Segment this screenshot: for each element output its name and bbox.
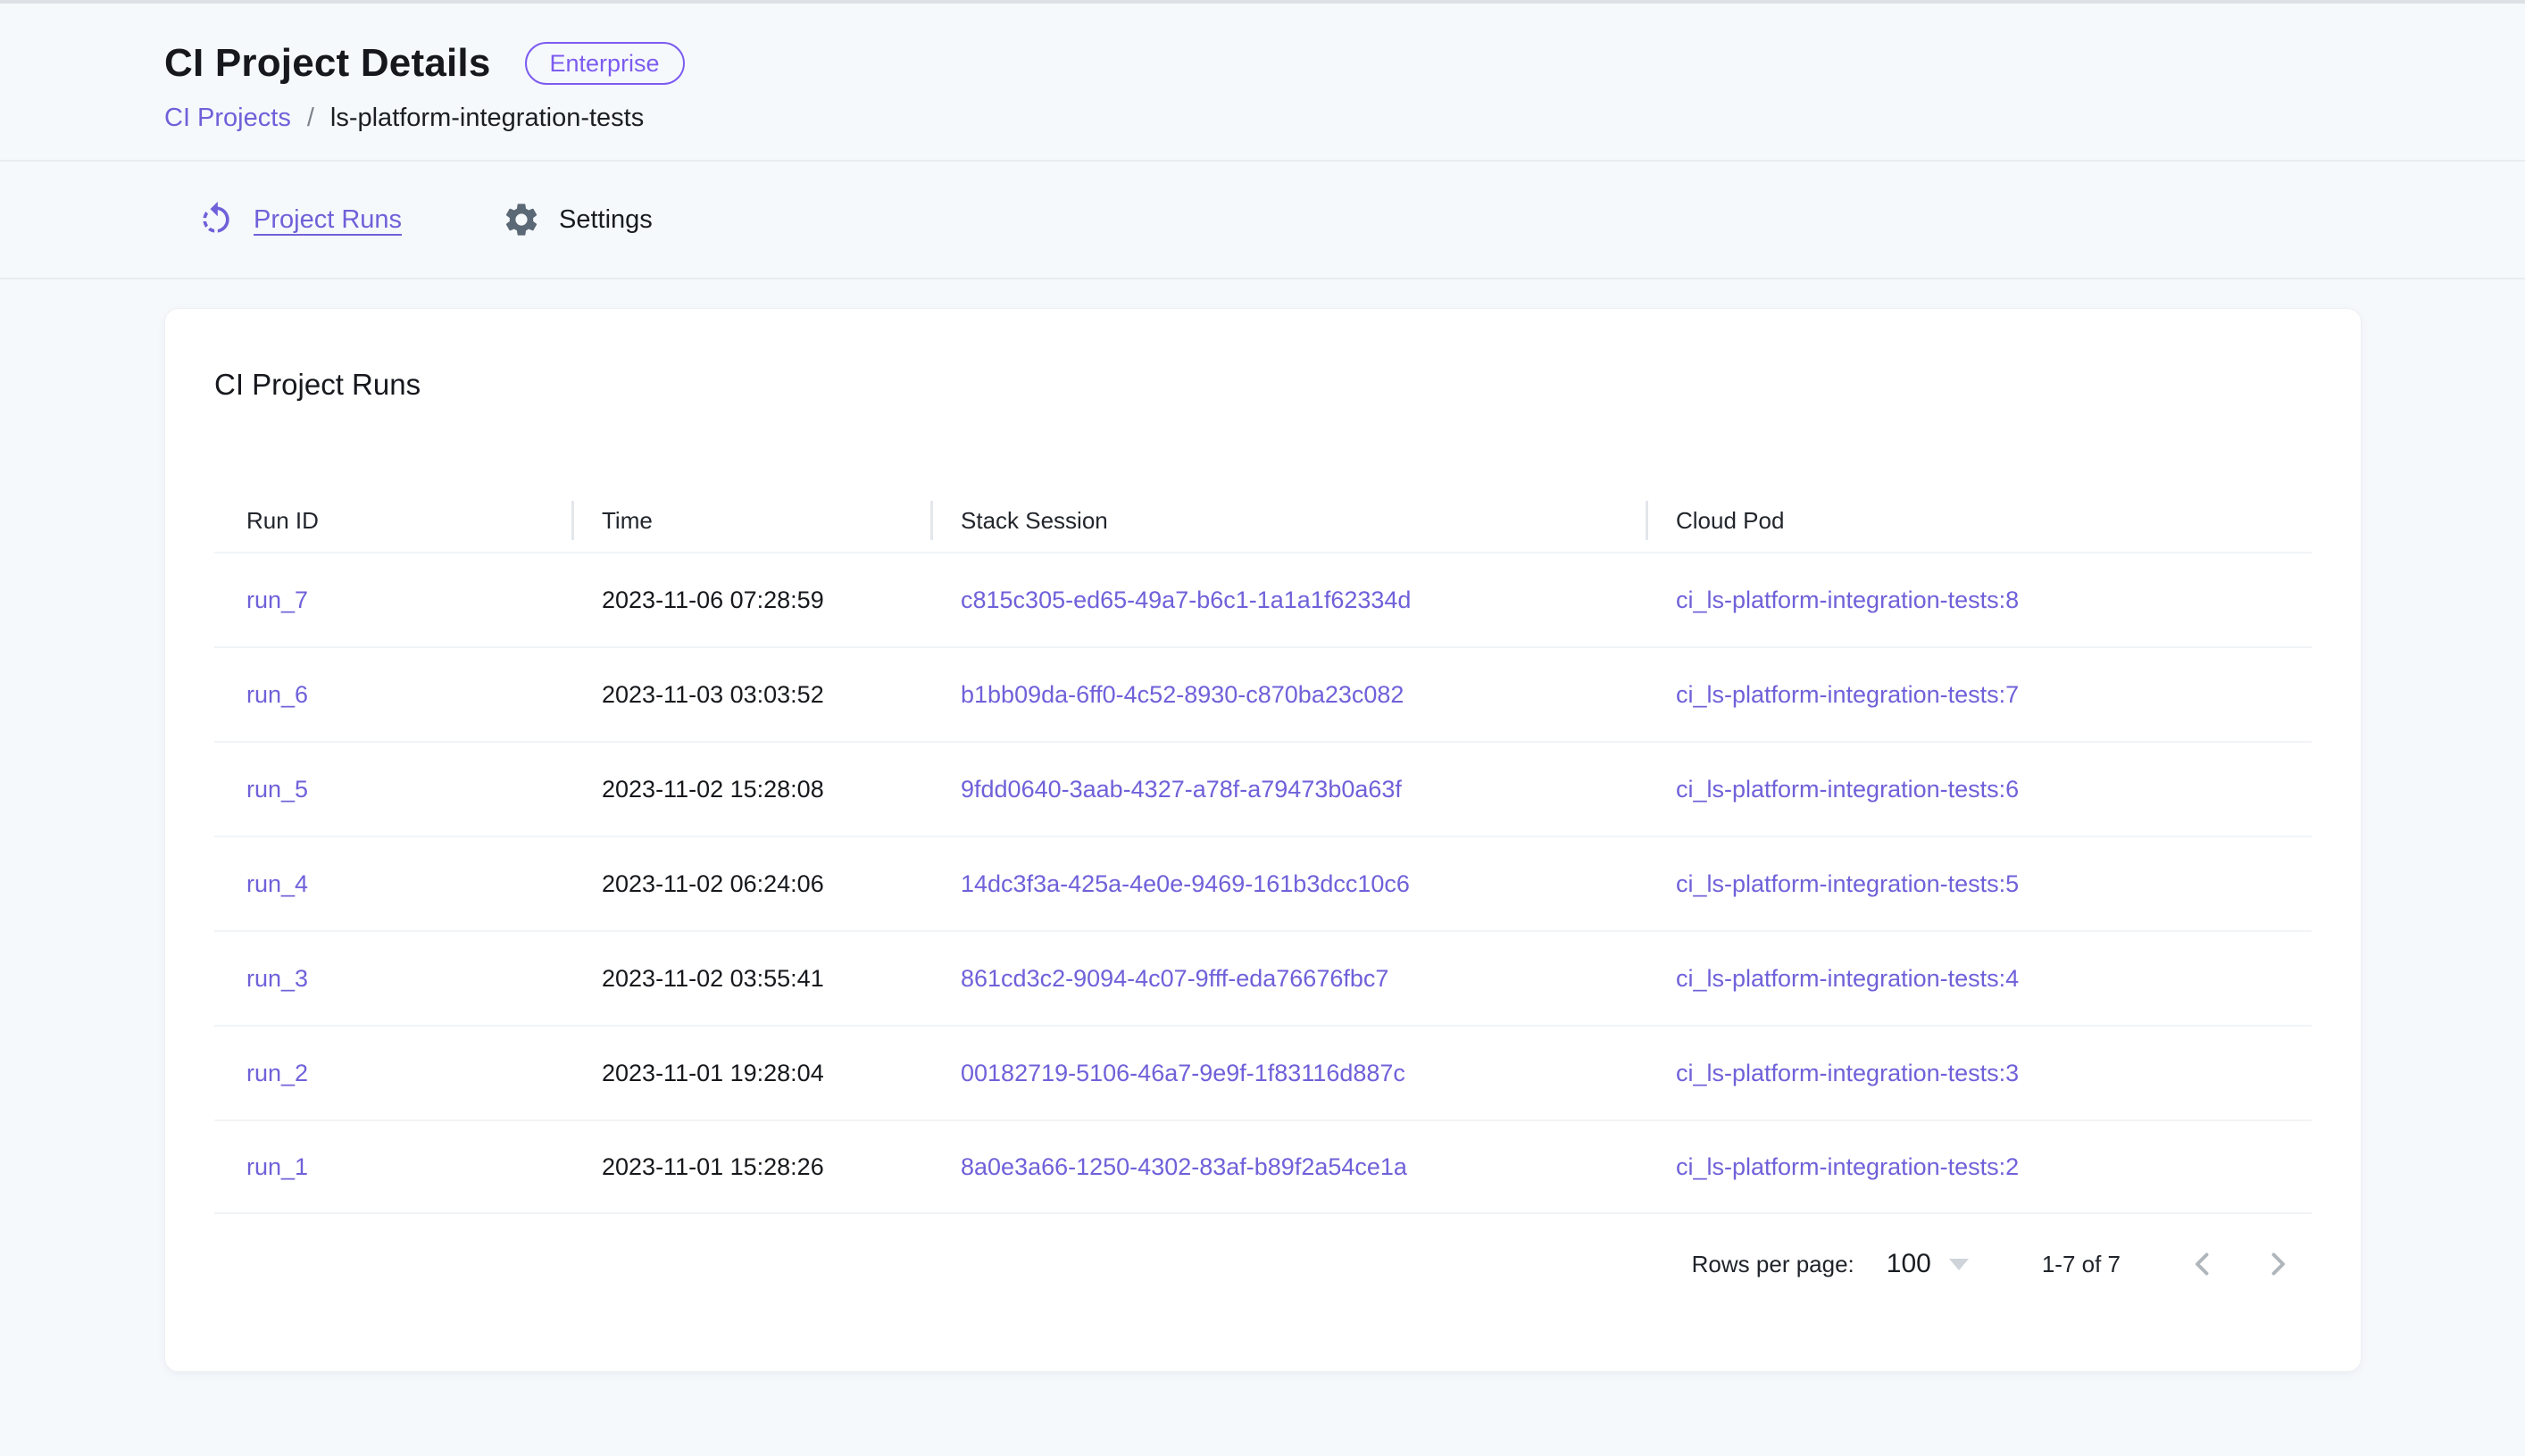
cloud-pod-link[interactable]: ci_ls-platform-integration-tests:2 [1676, 1153, 2019, 1180]
run-id-link[interactable]: run_1 [246, 1153, 308, 1180]
stack-session-link[interactable]: 9fdd0640-3aab-4327-a78f-a79473b0a63f [961, 776, 1402, 803]
chevron-down-icon [1949, 1259, 1969, 1270]
column-header-cloud-pod: Cloud Pod [1646, 507, 2312, 535]
time-cell: 2023-11-02 03:55:41 [571, 965, 930, 993]
chevron-left-icon [2187, 1248, 2219, 1280]
tab-settings[interactable]: Settings [502, 200, 653, 239]
rotate-left-icon [196, 200, 236, 239]
stack-session-link[interactable]: 14dc3f3a-425a-4e0e-9469-161b3dcc10c6 [961, 870, 1410, 897]
run-id-link[interactable]: run_3 [246, 965, 308, 992]
table-header-row: Run ID Time Stack Session Cloud Pod [214, 489, 2312, 552]
tab-bar: Project Runs Settings [0, 162, 2525, 279]
cloud-pod-link[interactable]: ci_ls-platform-integration-tests:8 [1676, 587, 2019, 613]
time-cell: 2023-11-02 15:28:08 [571, 776, 930, 803]
time-cell: 2023-11-03 03:03:52 [571, 681, 930, 709]
pagination-range: 1-7 of 7 [2042, 1251, 2121, 1278]
rows-per-page-select[interactable]: 100 [1887, 1249, 1969, 1279]
table-body: run_7 2023-11-06 07:28:59 c815c305-ed65-… [214, 552, 2312, 1214]
cloud-pod-link[interactable]: ci_ls-platform-integration-tests:5 [1676, 870, 2019, 897]
tab-settings-label: Settings [559, 205, 653, 235]
stack-session-link[interactable]: c815c305-ed65-49a7-b6c1-1a1a1f62334d [961, 587, 1411, 613]
cloud-pod-link[interactable]: ci_ls-platform-integration-tests:3 [1676, 1060, 2019, 1086]
tab-project-runs[interactable]: Project Runs [196, 200, 402, 239]
table-row: run_4 2023-11-02 06:24:06 14dc3f3a-425a-… [214, 836, 2312, 930]
cloud-pod-link[interactable]: ci_ls-platform-integration-tests:7 [1676, 681, 2019, 708]
table-row: run_1 2023-11-01 15:28:26 8a0e3a66-1250-… [214, 1119, 2312, 1214]
page-title: CI Project Details [164, 41, 491, 86]
run-id-link[interactable]: run_2 [246, 1060, 308, 1086]
chevron-right-icon [2262, 1248, 2294, 1280]
run-id-link[interactable]: run_5 [246, 776, 308, 803]
page-header: CI Project Details Enterprise CI Project… [0, 4, 2525, 162]
table-row: run_7 2023-11-06 07:28:59 c815c305-ed65-… [214, 552, 2312, 646]
rows-per-page-label: Rows per page: [1692, 1251, 1854, 1278]
breadcrumb-separator: / [307, 104, 314, 133]
pagination-bar: Rows per page: 100 1-7 of 7 [214, 1237, 2312, 1291]
breadcrumb-link-ci-projects[interactable]: CI Projects [164, 104, 291, 133]
table-row: run_6 2023-11-03 03:03:52 b1bb09da-6ff0-… [214, 646, 2312, 741]
column-header-run-id: Run ID [214, 507, 571, 535]
card-title: CI Project Runs [214, 368, 2312, 402]
time-cell: 2023-11-02 06:24:06 [571, 870, 930, 898]
stack-session-link[interactable]: b1bb09da-6ff0-4c52-8930-c870ba23c082 [961, 681, 1404, 708]
runs-table: Run ID Time Stack Session Cloud Pod run_… [214, 489, 2312, 1214]
run-id-link[interactable]: run_7 [246, 587, 308, 613]
table-row: run_3 2023-11-02 03:55:41 861cd3c2-9094-… [214, 930, 2312, 1025]
stack-session-link[interactable]: 8a0e3a66-1250-4302-83af-b89f2a54ce1a [961, 1153, 1407, 1180]
tab-project-runs-label: Project Runs [254, 205, 402, 235]
table-row: run_5 2023-11-02 15:28:08 9fdd0640-3aab-… [214, 741, 2312, 836]
cloud-pod-link[interactable]: ci_ls-platform-integration-tests:6 [1676, 776, 2019, 803]
cloud-pod-link[interactable]: ci_ls-platform-integration-tests:4 [1676, 965, 2019, 992]
run-id-link[interactable]: run_4 [246, 870, 308, 897]
gear-icon [502, 200, 541, 239]
time-cell: 2023-11-06 07:28:59 [571, 587, 930, 614]
column-header-time: Time [571, 507, 930, 535]
previous-page-button[interactable] [2178, 1239, 2228, 1289]
ci-project-runs-card: CI Project Runs Run ID Time Stack Sessio… [164, 308, 2362, 1372]
enterprise-badge: Enterprise [525, 42, 685, 85]
time-cell: 2023-11-01 15:28:26 [571, 1153, 930, 1181]
run-id-link[interactable]: run_6 [246, 681, 308, 708]
next-page-button[interactable] [2253, 1239, 2303, 1289]
breadcrumb: CI Projects / ls-platform-integration-te… [164, 104, 2471, 133]
time-cell: 2023-11-01 19:28:04 [571, 1060, 930, 1087]
rows-per-page-value: 100 [1887, 1249, 1931, 1279]
column-header-stack-session: Stack Session [930, 507, 1646, 535]
stack-session-link[interactable]: 00182719-5106-46a7-9e9f-1f83116d887c [961, 1060, 1405, 1086]
table-row: run_2 2023-11-01 19:28:04 00182719-5106-… [214, 1025, 2312, 1119]
stack-session-link[interactable]: 861cd3c2-9094-4c07-9fff-eda76676fbc7 [961, 965, 1388, 992]
breadcrumb-current: ls-platform-integration-tests [330, 104, 644, 133]
